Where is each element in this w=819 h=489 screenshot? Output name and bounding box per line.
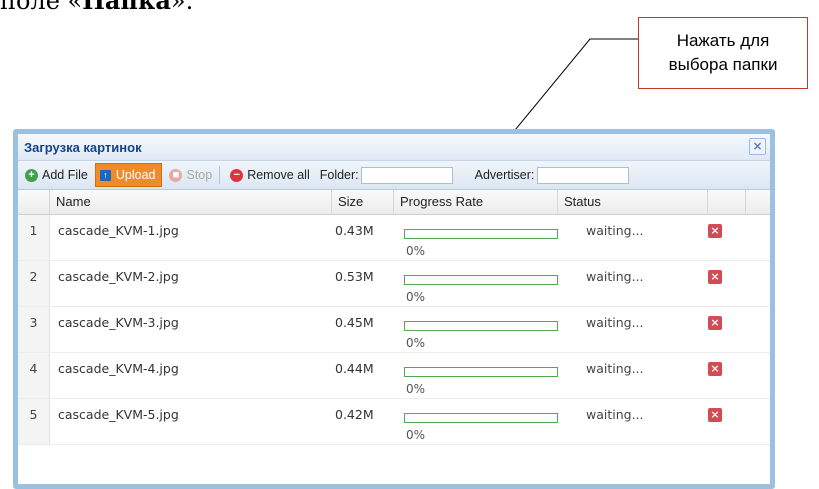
advertiser-label: Advertiser: xyxy=(474,168,535,182)
close-icon[interactable]: × xyxy=(749,138,766,155)
file-name: cascade_KVM-1.jpg xyxy=(58,223,179,238)
progress-bar xyxy=(404,229,558,239)
file-status: waiting... xyxy=(586,315,644,330)
stop-icon: ■ xyxy=(169,168,183,182)
progress-cell: 0% xyxy=(394,261,558,306)
progress-percent: 0% xyxy=(406,244,426,258)
advertiser-input[interactable] xyxy=(537,166,630,184)
heading-prefix: поле « xyxy=(0,0,83,15)
file-list: 1 cascade_KVM-1.jpg 0.43M 0% waiting... … xyxy=(18,215,770,445)
grid-header: Name Size Progress Rate Status xyxy=(18,190,770,215)
plus-circle-icon: + xyxy=(25,168,38,182)
progress-percent: 0% xyxy=(406,336,426,350)
row-number: 1 xyxy=(18,215,50,260)
header-actions xyxy=(708,190,746,214)
table-row[interactable]: 4 cascade_KVM-4.jpg 0.44M 0% waiting... … xyxy=(18,353,770,399)
window-titlebar: Загрузка картинок × xyxy=(18,134,770,161)
header-status[interactable]: Status xyxy=(558,190,708,214)
progress-bar xyxy=(404,275,558,285)
remove-all-button[interactable]: − Remove all xyxy=(226,164,314,186)
header-size[interactable]: Size xyxy=(332,190,394,214)
progress-cell: 0% xyxy=(394,353,558,398)
upload-icon: ↑ xyxy=(99,169,111,181)
delete-cell: × xyxy=(708,215,746,260)
callout-line-2: выбора папки xyxy=(668,55,778,74)
progress-percent: 0% xyxy=(406,428,426,442)
progress-percent: 0% xyxy=(406,382,426,396)
upload-window: Загрузка картинок × + Add File ↑ Upload … xyxy=(13,129,775,489)
upload-button[interactable]: ↑ Upload xyxy=(94,163,163,187)
delete-icon[interactable]: × xyxy=(708,270,722,284)
table-row[interactable]: 2 cascade_KVM-2.jpg 0.53M 0% waiting... … xyxy=(18,261,770,307)
file-status: waiting... xyxy=(586,223,644,238)
progress-cell: 0% xyxy=(394,215,558,260)
remove-icon: − xyxy=(230,168,244,182)
folder-label: Folder: xyxy=(319,168,359,182)
toolbar: + Add File ↑ Upload ■ Stop − Remove all … xyxy=(18,161,770,190)
delete-cell: × xyxy=(708,399,746,444)
progress-cell: 0% xyxy=(394,307,558,352)
file-name: cascade_KVM-3.jpg xyxy=(58,315,179,330)
upload-label: Upload xyxy=(115,168,156,182)
file-size: 0.45M xyxy=(335,315,374,330)
delete-cell: × xyxy=(708,261,746,306)
header-name[interactable]: Name xyxy=(50,190,332,214)
row-number: 5 xyxy=(18,399,50,444)
delete-icon[interactable]: × xyxy=(708,408,722,422)
delete-icon[interactable]: × xyxy=(708,362,722,376)
file-size: 0.44M xyxy=(335,361,374,376)
row-number: 4 xyxy=(18,353,50,398)
table-row[interactable]: 1 cascade_KVM-1.jpg 0.43M 0% waiting... … xyxy=(18,215,770,261)
delete-cell: × xyxy=(708,353,746,398)
annotation-callout: Нажать для выбора папки xyxy=(638,17,808,89)
delete-icon[interactable]: × xyxy=(708,224,722,238)
heading-suffix: ». xyxy=(170,0,194,15)
file-size: 0.43M xyxy=(335,223,374,238)
folder-input[interactable] xyxy=(360,166,453,184)
file-status: waiting... xyxy=(586,269,644,284)
progress-bar xyxy=(404,321,558,331)
row-number: 2 xyxy=(18,261,50,306)
header-num xyxy=(18,190,50,214)
header-tail xyxy=(746,190,770,214)
window-title: Загрузка картинок xyxy=(24,139,142,155)
file-name: cascade_KVM-2.jpg xyxy=(58,269,179,284)
add-file-label: Add File xyxy=(42,168,88,182)
progress-percent: 0% xyxy=(406,290,426,304)
header-progress[interactable]: Progress Rate xyxy=(394,190,558,214)
file-size: 0.42M xyxy=(335,407,374,422)
file-name: cascade_KVM-4.jpg xyxy=(58,361,179,376)
table-row[interactable]: 5 cascade_KVM-5.jpg 0.42M 0% waiting... … xyxy=(18,399,770,445)
file-status: waiting... xyxy=(586,407,644,422)
progress-bar xyxy=(404,367,558,377)
delete-cell: × xyxy=(708,307,746,352)
delete-icon[interactable]: × xyxy=(708,316,722,330)
stop-label: Stop xyxy=(186,168,213,182)
file-size: 0.53M xyxy=(335,269,374,284)
file-status: waiting... xyxy=(586,361,644,376)
row-number: 3 xyxy=(18,307,50,352)
toolbar-separator xyxy=(219,166,221,184)
document-heading: поле «Папка». xyxy=(0,0,193,15)
stop-button[interactable]: ■ Stop xyxy=(165,164,216,186)
remove-all-label: Remove all xyxy=(247,168,310,182)
heading-bold: Папка xyxy=(82,0,171,15)
table-row[interactable]: 3 cascade_KVM-3.jpg 0.45M 0% waiting... … xyxy=(18,307,770,353)
add-file-button[interactable]: + Add File xyxy=(21,164,92,186)
progress-cell: 0% xyxy=(394,399,558,444)
file-name: cascade_KVM-5.jpg xyxy=(58,407,179,422)
progress-bar xyxy=(404,413,558,423)
callout-line-1: Нажать для xyxy=(676,31,770,50)
